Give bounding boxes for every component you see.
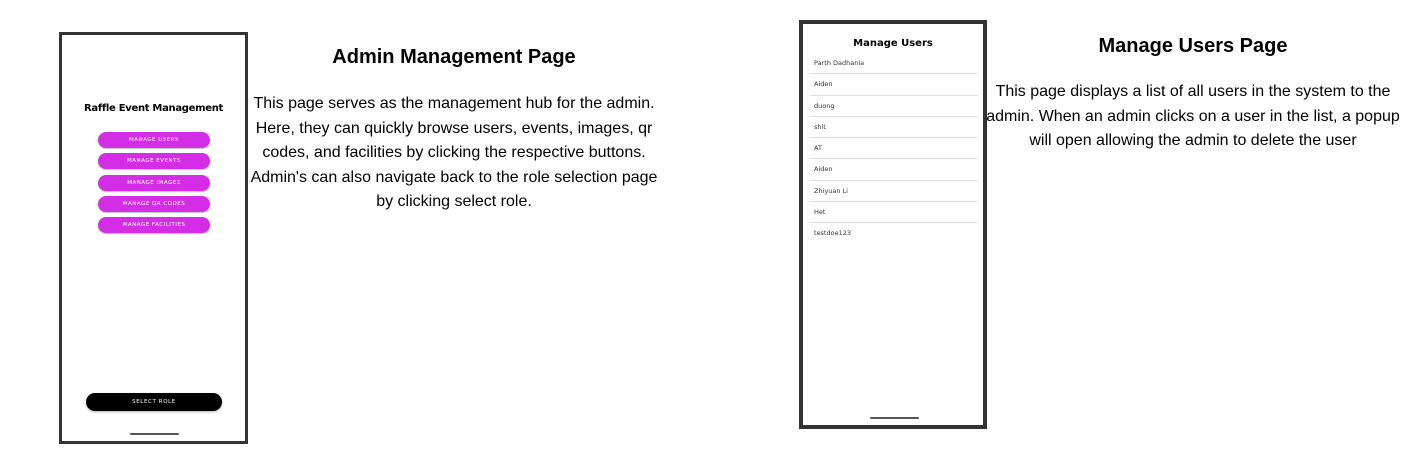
select-role-button[interactable]: SELECT ROLE xyxy=(86,393,222,411)
manage-images-button[interactable]: MANAGE IMAGES xyxy=(98,174,210,191)
home-indicator[interactable] xyxy=(130,433,179,435)
user-list-item[interactable]: Aiden xyxy=(810,159,978,181)
user-list-item[interactable]: Aiden xyxy=(810,74,978,96)
manage-qr-codes-button[interactable]: MANAGE QR CODES xyxy=(98,195,210,212)
user-list-item[interactable]: Parth Dadhania xyxy=(810,53,978,75)
user-list-item[interactable]: Zhiyuan Li xyxy=(810,181,978,203)
users-page-body: This page displays a list of all users i… xyxy=(986,83,1400,149)
manage-users-button[interactable]: MANAGE USERS xyxy=(98,132,210,148)
admin-phone-frame: Raffle Event Management MANAGE USERS MAN… xyxy=(59,32,248,444)
user-list-item[interactable]: AT xyxy=(810,138,978,160)
user-list-item[interactable]: duong xyxy=(810,96,978,117)
admin-page-heading: Admin Management Page xyxy=(332,46,576,68)
user-list: Parth Dadhania Aiden duong shit AT Aiden… xyxy=(810,53,978,245)
user-list-item[interactable]: testdoe123 xyxy=(810,223,978,244)
manage-events-button[interactable]: MANAGE EVENTS xyxy=(98,153,210,170)
admin-app-title: Raffle Event Management xyxy=(83,103,224,114)
manage-facilities-button[interactable]: MANAGE FACILITIES xyxy=(98,217,210,234)
manage-users-title: Manage Users xyxy=(853,38,933,49)
admin-page-body: This page serves as the management hub f… xyxy=(250,95,658,210)
users-page-heading: Manage Users Page xyxy=(1098,35,1288,57)
admin-button-list: MANAGE USERS MANAGE EVENTS MANAGE IMAGES… xyxy=(98,132,210,238)
users-phone-frame: Manage Users Parth Dadhania Aiden duong … xyxy=(799,20,987,429)
user-list-item[interactable]: shit xyxy=(810,117,978,139)
user-list-item[interactable]: Het xyxy=(810,202,978,224)
home-indicator[interactable] xyxy=(870,417,919,419)
